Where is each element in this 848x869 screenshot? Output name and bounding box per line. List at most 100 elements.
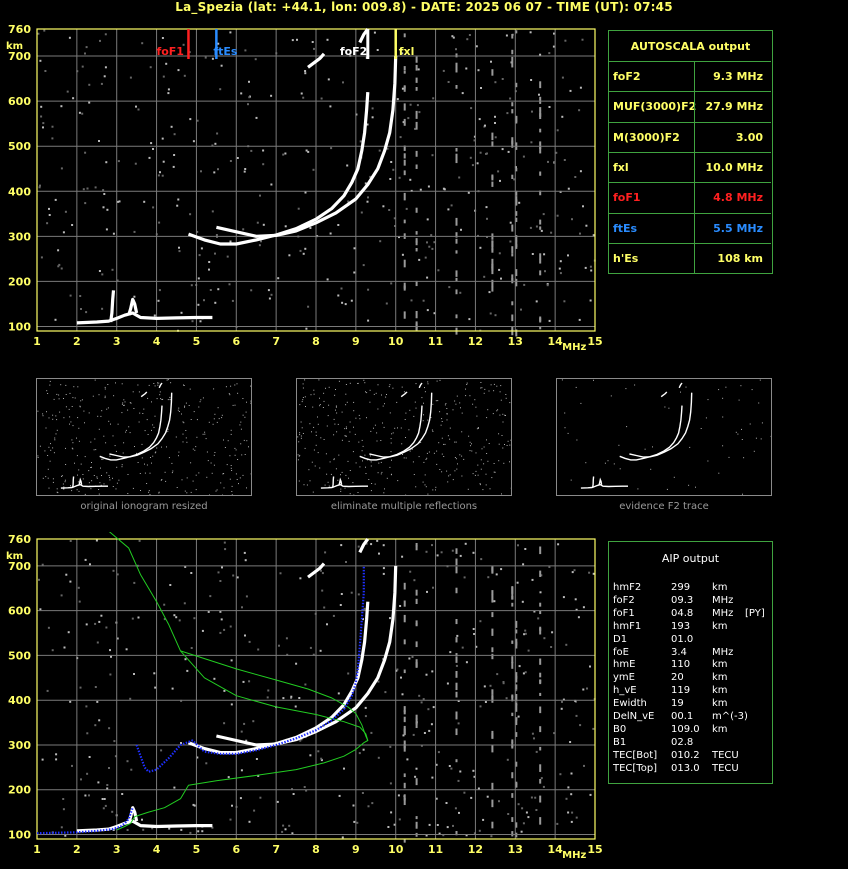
noise-speck xyxy=(69,294,72,297)
noise-speck xyxy=(561,115,564,118)
noise-speck xyxy=(728,456,730,458)
noise-speck xyxy=(341,471,343,473)
x-tick-label: 2 xyxy=(73,335,81,348)
noise-speck xyxy=(396,401,398,403)
aip-value: 04.8 xyxy=(671,607,694,619)
noise-speck xyxy=(344,428,346,430)
noise-speck xyxy=(148,490,150,492)
noise-speck xyxy=(327,78,330,81)
noise-speck xyxy=(321,589,324,592)
noise-speck xyxy=(234,447,236,449)
noise-speck xyxy=(571,811,574,814)
noise-speck xyxy=(415,620,418,626)
noise-speck xyxy=(162,160,165,163)
noise-speck xyxy=(449,427,451,429)
noise-speck xyxy=(144,463,145,465)
noise-speck xyxy=(426,276,429,279)
noise-speck xyxy=(484,388,486,390)
aip-unit: TECU xyxy=(712,749,739,761)
noise-speck xyxy=(399,605,402,607)
noise-speck xyxy=(319,649,322,652)
noise-speck xyxy=(455,653,458,657)
noise-speck xyxy=(430,234,433,237)
noise-speck xyxy=(149,472,151,474)
noise-speck xyxy=(242,414,244,416)
row-divider xyxy=(694,183,695,214)
noise-speck xyxy=(443,443,445,445)
chart-grid xyxy=(36,28,596,331)
noise-speck xyxy=(60,267,63,270)
noise-speck xyxy=(359,466,361,468)
noise-speck xyxy=(180,311,183,314)
noise-speck xyxy=(385,396,387,398)
noise-speck xyxy=(151,429,152,431)
noise-speck xyxy=(229,31,232,34)
noise-speck xyxy=(401,87,404,90)
noise-speck xyxy=(55,758,58,761)
noise-speck xyxy=(349,470,351,471)
noise-speck xyxy=(121,466,123,468)
noise-speck xyxy=(54,437,56,439)
noise-speck xyxy=(106,787,109,790)
noise-speck xyxy=(53,452,55,454)
noise-speck xyxy=(349,431,351,433)
noise-speck xyxy=(244,559,247,562)
x-tick-label: 13 xyxy=(508,843,523,856)
noise-speck xyxy=(520,308,522,311)
noise-speck xyxy=(547,160,549,163)
noise-speck xyxy=(52,481,54,483)
noise-speck xyxy=(370,465,372,467)
noise-speck xyxy=(84,794,87,797)
noise-speck xyxy=(489,684,492,687)
noise-speck xyxy=(415,821,418,827)
noise-speck xyxy=(122,452,124,454)
noise-speck xyxy=(228,283,231,286)
noise-speck xyxy=(229,455,231,457)
noise-speck xyxy=(291,832,294,835)
noise-speck xyxy=(558,267,561,270)
noise-speck xyxy=(370,731,373,734)
noise-speck xyxy=(282,153,285,156)
noise-speck xyxy=(227,440,229,442)
thumbnail-evidence xyxy=(556,378,772,496)
noise-speck xyxy=(197,303,200,306)
noise-speck xyxy=(511,640,514,644)
noise-speck xyxy=(426,457,428,459)
aip-panel: AIP output hmF2 299 km foF2 09.3 MHz foF1 04.8 M… xyxy=(608,541,773,784)
noise-speck xyxy=(319,397,320,399)
noise-speck xyxy=(415,407,417,409)
aip-value: 110 xyxy=(671,659,691,671)
noise-speck xyxy=(103,75,106,78)
noise-speck xyxy=(55,753,58,756)
noise-speck xyxy=(339,604,342,606)
noise-speck xyxy=(560,707,563,710)
aip-name: hmF1 xyxy=(613,620,642,632)
noise-speck xyxy=(181,413,182,415)
noise-speck xyxy=(152,206,155,209)
noise-speck xyxy=(198,406,200,408)
thumbnail-caption: evidence F2 trace xyxy=(619,501,709,512)
x-tick-label: 12 xyxy=(468,335,483,348)
noise-speck xyxy=(299,739,302,742)
noise-speck xyxy=(464,542,467,545)
noise-speck xyxy=(295,662,298,665)
noise-speck xyxy=(387,826,390,828)
noise-speck xyxy=(535,225,538,228)
noise-speck xyxy=(755,437,757,439)
noise-speck xyxy=(186,669,189,672)
noise-speck xyxy=(181,479,183,481)
noise-speck xyxy=(436,463,438,465)
noise-speck xyxy=(333,459,335,461)
noise-speck xyxy=(441,453,443,455)
noise-speck xyxy=(491,566,494,573)
noise-speck xyxy=(133,230,136,233)
noise-speck xyxy=(157,382,158,384)
noise-speck xyxy=(384,691,387,694)
noise-speck xyxy=(259,194,261,197)
noise-speck xyxy=(543,637,546,640)
noise-speck xyxy=(92,395,94,397)
noise-speck xyxy=(183,422,185,424)
noise-speck xyxy=(291,39,294,42)
noise-speck xyxy=(415,110,418,119)
noise-speck xyxy=(44,70,47,72)
